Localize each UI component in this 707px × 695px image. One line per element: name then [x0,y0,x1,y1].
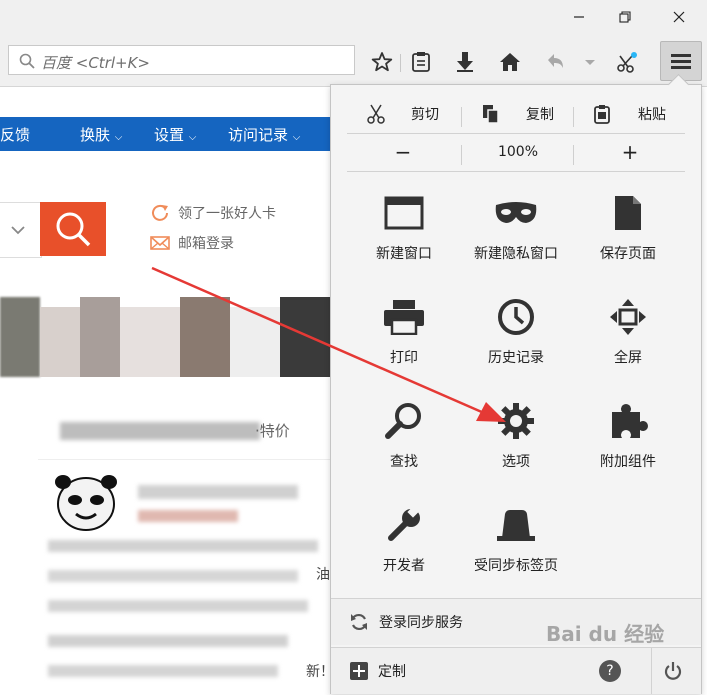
watermark-logo: Bai du 经验 [546,622,665,646]
hamburger-menu-icon [671,54,691,69]
close-window-button[interactable] [656,0,702,34]
search-bar[interactable]: 百度 <Ctrl+K> [8,45,355,75]
mail-login-link[interactable]: 邮箱登录 [178,233,234,253]
history-dropdown-button[interactable] [575,48,605,76]
home-button[interactable] [495,48,525,76]
help-button[interactable]: ? [599,660,621,682]
feed-card: 油 新！ [38,459,334,695]
options-button[interactable]: 选项 [460,383,572,487]
zoom-in-button[interactable]: + [575,133,685,171]
app-menu-panel: 剪切 复制 粘贴 − 100% + 新建窗口 新建隐私窗口 保存页面 打印 历史… [330,73,702,694]
search-icon [19,53,35,69]
nav-skin-link[interactable]: 换肤 ⌵ [80,124,122,145]
power-icon[interactable] [663,661,683,681]
mail-icon [150,236,170,250]
reading-list-button[interactable] [406,48,436,76]
gear-icon [498,403,534,439]
save-page-icon [615,196,641,230]
sync-arrows-icon [351,613,367,631]
chevron-down-icon: ⌵ [188,132,197,143]
chevron-down-icon [11,226,25,235]
partial-deal-text: ·特价 [255,422,290,440]
download-arrow-icon [457,52,473,72]
edit-controls-row: 剪切 复制 粘贴 [347,95,685,133]
find-button[interactable]: 查找 [348,383,460,487]
paste-clipboard-icon [594,105,610,124]
minimize-button[interactable] [556,0,602,34]
partial-oil-text: 油 [316,567,330,583]
wrench-icon [388,506,420,541]
zoom-level: 100% [497,144,539,160]
undo-arrow-icon [548,54,563,68]
side-link-card[interactable]: 领了一张好人卡 [150,203,276,223]
new-window-button[interactable]: 新建窗口 [348,175,460,279]
avatar [54,472,118,532]
nav-history-link[interactable]: 访问记录 ⌵ [228,124,300,145]
new-window-icon [384,196,424,230]
search-icon [56,212,91,247]
blurred-text-line [60,422,260,440]
panda-face-icon [55,475,117,531]
restore-button[interactable] [602,0,648,34]
title-bar [0,0,707,38]
paste-button[interactable]: 粘贴 [575,95,685,133]
history-clock-icon [498,299,534,335]
magnifier-icon [385,403,421,439]
bookmark-star-button[interactable] [367,48,397,76]
refresh-arrow-icon [152,204,168,221]
chevron-down-icon: ⌵ [114,132,123,143]
scissors-icon [367,104,385,124]
back-history-button[interactable] [540,48,570,76]
print-button[interactable]: 打印 [348,279,460,383]
fullscreen-button[interactable]: 全屏 [572,279,684,383]
home-icon [500,53,520,71]
developer-button[interactable]: 开发者 [348,487,460,591]
copy-button[interactable]: 复制 [463,95,573,133]
open-menu-button[interactable] [660,41,702,81]
star-icon [371,52,393,72]
nav-settings-link[interactable]: 设置 ⌵ [154,124,196,145]
good-person-card-link[interactable]: 领了一张好人卡 [178,203,276,223]
site-search-input[interactable] [0,202,42,258]
zoom-reset-button[interactable]: 100% [463,133,573,171]
cut-label: 剪切 [411,107,439,123]
copy-label: 复制 [526,107,554,123]
sync-signin-label: 登录同步服务 [379,615,463,631]
screenshot-button[interactable] [612,48,642,76]
save-page-button[interactable]: 保存页面 [572,175,684,279]
question-icon: ? [606,663,614,679]
private-mask-icon [495,202,537,223]
plus-square-icon [350,662,368,680]
printer-icon [384,300,424,335]
pixelated-image-strip [0,297,330,377]
synced-tabs-button[interactable]: 受同步标签页 [460,487,572,591]
synced-tabs-icon [497,510,535,541]
downloads-button[interactable] [450,48,480,76]
site-search-button[interactable] [40,202,106,256]
zoom-out-button[interactable]: − [347,133,459,171]
paste-label: 粘贴 [638,107,666,123]
search-placeholder: 百度 <Ctrl+K> [41,54,150,72]
zoom-controls-row: − 100% + [347,133,685,171]
history-button[interactable]: 历史记录 [460,279,572,383]
nav-feedback-link[interactable]: 反馈 [0,124,30,145]
chevron-down-icon: ⌵ [292,132,301,143]
fullscreen-icon [610,299,646,335]
scissors-sparkle-icon [617,52,637,73]
browser-toolbar: 百度 <Ctrl+K> [0,38,707,87]
customize-label: 定制 [378,664,406,680]
cut-button[interactable]: 剪切 [347,95,459,133]
customize-row[interactable]: 定制 ? [331,647,701,694]
new-private-window-button[interactable]: 新建隐私窗口 [460,175,572,279]
addons-button[interactable]: 附加组件 [572,383,684,487]
copy-icon [483,105,499,124]
puzzle-icon [612,404,648,438]
site-nav-bar: 反馈 换肤 ⌵ 设置 ⌵ 访问记录 ⌵ [0,117,330,151]
clipboard-list-icon [412,52,430,72]
side-link-mail[interactable]: 邮箱登录 [150,233,234,253]
chevron-down-icon [585,60,595,65]
